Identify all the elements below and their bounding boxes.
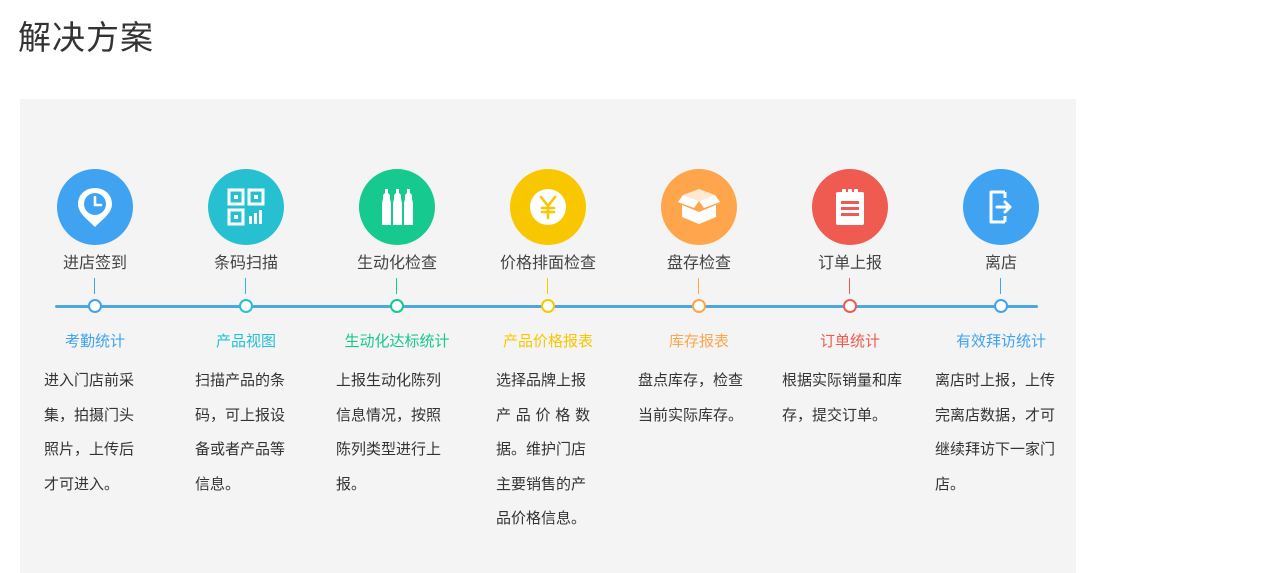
page-title: 解决方案 [18, 18, 154, 57]
timeline-node [843, 299, 857, 313]
bottles-icon[interactable] [359, 169, 435, 245]
step-barcode-scan: 条码扫描 产品视图 扫描产品的条 码，可上报设 备或者产品等 信息。 [171, 99, 321, 573]
step-check-in: 进店签到 考勤统计 进入门店前采 集，拍摄门头 照片，上传后 才可进入。 [20, 99, 170, 573]
step-inventory-check: 盘存检查 库存报表 盘点库存，检查 当前实际库存。 [624, 99, 774, 573]
step-description: 盘点库存，检查 当前实际库存。 [638, 371, 744, 424]
stat-title[interactable]: 考勤统计 [20, 329, 170, 353]
open-box-icon[interactable] [661, 169, 737, 245]
step-label: 条码扫描 [213, 253, 278, 272]
timeline-node [994, 299, 1008, 313]
yen-coin-icon[interactable] [510, 169, 586, 245]
timeline-node [88, 299, 102, 313]
step-description: 扫描产品的条 码，可上报设 备或者产品等 信息。 [195, 371, 286, 493]
stat-title[interactable]: 订单统计 [775, 329, 925, 353]
page: 解决方案 进店签到 考勤统计 进入门店前采 集，拍摄门头 照片，上传后 才可进入… [0, 0, 1281, 573]
step-label: 盘存检查 [666, 253, 731, 272]
step-description: 选择品牌上报 产 品 价 格 数 据。维护门店 主要销售的产 品价格信息。 [496, 371, 591, 527]
step-description: 根据实际销量和库 存，提交订单。 [782, 371, 903, 424]
stat-title[interactable]: 有效拜访统计 [926, 329, 1076, 353]
qr-code-icon[interactable] [208, 169, 284, 245]
step-label: 价格排面检查 [499, 253, 596, 272]
step-leave-store: 离店 有效拜访统计 离店时上报，上传 完离店数据，才可 继续拜访下一家门 店。 [926, 99, 1076, 573]
step-description: 进入门店前采 集，拍摄门头 照片，上传后 才可进入。 [44, 371, 135, 493]
timeline-node [239, 299, 253, 313]
step-description: 离店时上报，上传 完离店数据，才可 继续拜访下一家门 店。 [935, 371, 1056, 493]
step-price-check: 价格排面检查 产品价格报表 选择品牌上报 产 品 价 格 数 据。维护门店 主要… [473, 99, 623, 573]
location-clock-icon[interactable] [57, 169, 133, 245]
step-label: 离店 [984, 253, 1017, 272]
step-label: 生动化检查 [356, 253, 437, 272]
clipboard-list-icon[interactable] [812, 169, 888, 245]
connector [245, 278, 246, 294]
connector [547, 278, 548, 294]
connector [1000, 278, 1001, 294]
step-display-check: 生动化检查 生动化达标统计 上报生动化陈列 信息情况，按照 陈列类型进行上 报。 [322, 99, 472, 573]
step-label: 订单上报 [817, 253, 882, 272]
connector [849, 278, 850, 294]
stat-title[interactable]: 生动化达标统计 [322, 329, 472, 353]
exit-door-icon[interactable] [963, 169, 1039, 245]
stat-title[interactable]: 产品价格报表 [473, 329, 623, 353]
step-label: 进店签到 [62, 253, 127, 272]
timeline-node [692, 299, 706, 313]
connector [396, 278, 397, 294]
connector [94, 278, 95, 294]
stat-title[interactable]: 产品视图 [171, 329, 321, 353]
stat-title[interactable]: 库存报表 [624, 329, 774, 353]
solution-panel: 进店签到 考勤统计 进入门店前采 集，拍摄门头 照片，上传后 才可进入。 条码扫… [20, 99, 1076, 573]
timeline-node [541, 299, 555, 313]
step-description: 上报生动化陈列 信息情况，按照 陈列类型进行上 报。 [336, 371, 442, 493]
timeline-node [390, 299, 404, 313]
step-order-report: 订单上报 订单统计 根据实际销量和库 存，提交订单。 [775, 99, 925, 573]
connector [698, 278, 699, 294]
